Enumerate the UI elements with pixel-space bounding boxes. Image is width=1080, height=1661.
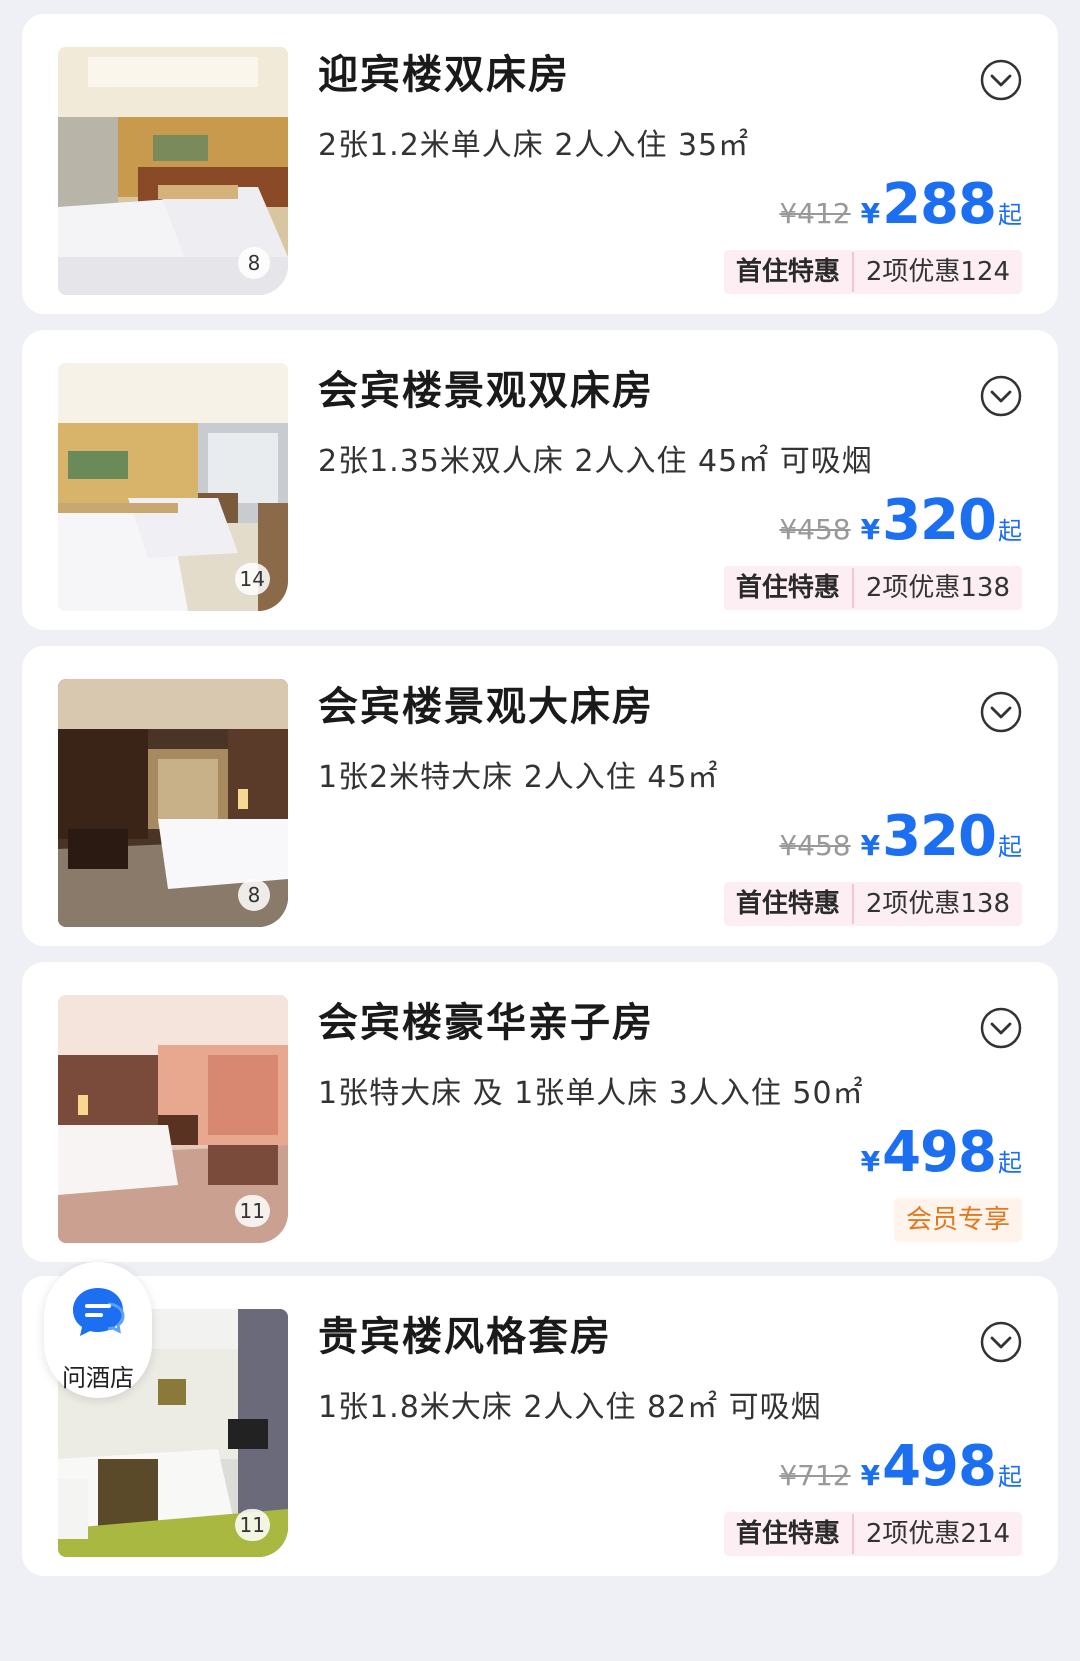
room-photo[interactable]: 14 <box>58 363 288 611</box>
room-card[interactable]: 8 会宾楼景观大床房 1张2米特大床 2人入住 45㎡ ¥458 ¥ 320 起… <box>22 646 1058 946</box>
price-suffix: 起 <box>998 833 1022 861</box>
price-suffix: 起 <box>998 201 1022 229</box>
price-currency: ¥ <box>860 829 881 862</box>
promo-detail: 2项优惠138 <box>865 573 1010 603</box>
promo-tag[interactable]: 首住特惠 2项优惠124 <box>723 250 1022 294</box>
room-name: 迎宾楼双床房 <box>318 52 570 98</box>
promo-label: 首住特惠 <box>724 884 854 924</box>
price-row: ¥412 ¥ 288 起 <box>779 172 1022 237</box>
chat-bubble-icon <box>73 1288 125 1336</box>
price-row: ¥ 498 起 <box>861 1120 1022 1185</box>
room-name: 会宾楼豪华亲子房 <box>318 1000 654 1046</box>
promo-label: 首住特惠 <box>724 568 854 608</box>
room-spec: 1张特大床 及 1张单人床 3人入住 50㎡ <box>318 1076 864 1111</box>
promo-detail: 2项优惠124 <box>865 257 1010 287</box>
member-exclusive-tag[interactable]: 会员专享 <box>893 1198 1022 1242</box>
room-photo[interactable]: 8 <box>58 47 288 295</box>
ask-hotel-button[interactable]: 问酒店 <box>44 1262 152 1398</box>
original-price: ¥712 <box>779 1459 851 1492</box>
promo-tag[interactable]: 首住特惠 2项优惠138 <box>723 882 1022 926</box>
room-photo[interactable]: 11 <box>58 995 288 1243</box>
promo-label: 首住特惠 <box>724 1514 854 1554</box>
photo-count-badge: 11 <box>234 1509 270 1541</box>
price-value: 498 <box>882 1434 997 1499</box>
chevron-down-circle-icon[interactable] <box>980 375 1022 417</box>
room-card[interactable]: 8 迎宾楼双床房 2张1.2米单人床 2人入住 35㎡ ¥412 ¥ 288 起… <box>22 14 1058 314</box>
chevron-down-circle-icon[interactable] <box>980 1007 1022 1049</box>
photo-count-badge: 8 <box>238 247 270 279</box>
price-row: ¥458 ¥ 320 起 <box>779 804 1022 869</box>
price-currency: ¥ <box>860 1459 881 1492</box>
price-currency: ¥ <box>860 513 881 546</box>
ask-hotel-label: 问酒店 <box>62 1364 134 1392</box>
price-value: 320 <box>882 488 997 553</box>
price-value: 288 <box>882 172 997 237</box>
original-price: ¥412 <box>779 197 851 230</box>
room-name: 贵宾楼风格套房 <box>318 1314 612 1360</box>
price-suffix: 起 <box>998 1463 1022 1491</box>
chevron-down-circle-icon[interactable] <box>980 691 1022 733</box>
price-value: 320 <box>882 804 997 869</box>
room-photo[interactable]: 8 <box>58 679 288 927</box>
photo-count-badge: 14 <box>234 563 270 595</box>
photo-count-badge: 11 <box>234 1195 270 1227</box>
original-price: ¥458 <box>779 829 851 862</box>
promo-detail: 2项优惠214 <box>865 1519 1010 1549</box>
room-card[interactable]: 11 会宾楼豪华亲子房 1张特大床 及 1张单人床 3人入住 50㎡ ¥ 498… <box>22 962 1058 1262</box>
room-card[interactable]: 14 会宾楼景观双床房 2张1.35米双人床 2人入住 45㎡ 可吸烟 ¥458… <box>22 330 1058 630</box>
chevron-down-circle-icon[interactable] <box>980 59 1022 101</box>
room-name: 会宾楼景观双床房 <box>318 368 654 414</box>
original-price: ¥458 <box>779 513 851 546</box>
price-suffix: 起 <box>998 1149 1022 1177</box>
chevron-down-circle-icon[interactable] <box>980 1321 1022 1363</box>
price-suffix: 起 <box>998 517 1022 545</box>
room-card[interactable]: 11 贵宾楼风格套房 1张1.8米大床 2人入住 82㎡ 可吸烟 ¥712 ¥ … <box>22 1276 1058 1576</box>
room-spec: 1张1.8米大床 2人入住 82㎡ 可吸烟 <box>318 1390 822 1425</box>
photo-count-badge: 8 <box>238 879 270 911</box>
promo-tag[interactable]: 首住特惠 2项优惠138 <box>723 566 1022 610</box>
price-currency: ¥ <box>860 197 881 230</box>
room-spec: 2张1.2米单人床 2人入住 35㎡ <box>318 128 750 163</box>
promo-detail: 2项优惠138 <box>865 889 1010 919</box>
room-name: 会宾楼景观大床房 <box>318 684 654 730</box>
price-currency: ¥ <box>860 1145 881 1178</box>
price-value: 498 <box>882 1120 997 1185</box>
price-row: ¥712 ¥ 498 起 <box>779 1434 1022 1499</box>
promo-tag[interactable]: 首住特惠 2项优惠214 <box>723 1512 1022 1556</box>
price-row: ¥458 ¥ 320 起 <box>779 488 1022 553</box>
room-list: 8 迎宾楼双床房 2张1.2米单人床 2人入住 35㎡ ¥412 ¥ 288 起… <box>0 0 1080 1661</box>
room-spec: 1张2米特大床 2人入住 45㎡ <box>318 760 719 795</box>
room-spec: 2张1.35米双人床 2人入住 45㎡ 可吸烟 <box>318 444 873 479</box>
promo-label: 首住特惠 <box>724 252 854 292</box>
